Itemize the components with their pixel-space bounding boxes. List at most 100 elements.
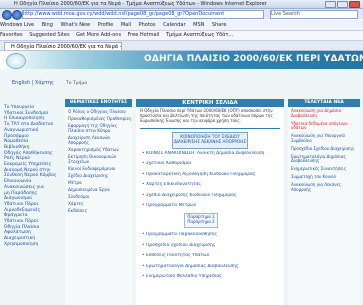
search-input[interactable]: Live Search [270,10,358,19]
main-item-label: Προσχέδιο Σχεδίου Διαχείρισης [146,242,216,248]
favorites-item[interactable]: Free Hotmail [128,32,160,38]
links-item[interactable]: Photos [139,22,156,28]
main-item[interactable]: • Σχετικοί Καθορισμοί [142,161,284,166]
theme-item[interactable]: Δημοσιευμένα Έργα [68,187,132,192]
maximize-button[interactable] [337,1,348,8]
left-nav-item[interactable]: Ροές Νερού [4,156,58,161]
main-item[interactable]: • Προκαταρκτική Αξιολόγηση Κινδύνου Πλημ… [142,172,284,177]
theme-item[interactable]: Εφαρμογή της Οδηγίας Πλαίσιο στην Κύπρο [68,123,132,133]
left-nav-item[interactable]: Φράγματα [4,213,58,218]
left-nav-item[interactable]: Χρησιμοποίηση [4,242,58,247]
main-item[interactable]: • Ενημερωτικό Φυλλάδιο Υπηρεσίας [142,274,284,279]
main-item[interactable]: • Προγράμματα Μέτρων [142,203,284,208]
theme-item[interactable]: Σύνδεσμοι [68,194,132,199]
links-item[interactable]: Windows Live [0,22,34,28]
favorites-item[interactable]: Τμήμα Αναπτύξεως Υδάτ... [166,32,233,38]
main-item[interactable]: • Εκθέσεις Ποιότητας Υδάτων [142,253,284,258]
left-nav-item[interactable]: Η Επικαιροποίηση [4,116,58,121]
main-item[interactable]: • Προγράμματα Παρακολούθησης [142,232,284,237]
news-item[interactable]: Ανακοίνωση για Λεκάνες Απορροής [291,182,357,193]
left-nav-item[interactable]: Διαχειριστική [4,236,58,241]
sub-link[interactable]: Παράρτημα 2 [185,219,217,224]
news-header: ΤΕΛΕΥΤΑΙΑ ΝΕΑ [288,99,360,107]
favorites-bar: Favorites Suggested Sites Get More Add-o… [0,31,363,41]
news-item[interactable]: Υδατικά δεδομένα υπόγειων υδάτων [291,121,357,132]
left-nav-item[interactable]: μη Παράδοσης [4,191,58,196]
left-nav-item[interactable]: Υδάτινοι Πόροι [4,202,58,207]
main-item-label: Ενημερωτικό Φυλλάδιο Υπηρεσίας [146,273,222,279]
left-nav-item[interactable]: Διαγωνισμοί [4,196,58,201]
theme-item[interactable]: Χαρακτηρισμός Υδάτων [68,147,132,152]
left-nav-list: Το Υπουργείο Υδατικοί Συνδεσμοί Η Επικαιρο… [4,105,58,248]
main-item[interactable]: • Ερωτηματολόγιο Δημόσιας Διαβούλευσης [142,264,284,269]
themes-list: Ο Ρόλος ο Οδηγίας Πλαίσιο Προκαθορισμένες… [65,107,132,213]
left-nav-item[interactable]: Το ΤΑΥ στο Διαδίκτυο [4,122,58,127]
theme-item[interactable]: Εκτίμηση Οικονομικών Στοιχείων [68,154,132,164]
left-nav-item[interactable]: Αφαλάτωση [4,230,58,235]
tab-active[interactable]: Η Οδηγία Πλαίσιο 2000/60/ΕΚ για τα Νερά … [4,42,122,50]
main-item-label: Σχέδιο Διαχείρισης Κινδύνων Πλημμύρας [146,192,237,198]
main-item[interactable]: • Χάρτες Επικινδυνότητας [142,182,284,187]
address-bar-row: http://www.wdd.moa.gov.cy/wdd/wdd.nsf/pa… [0,9,363,20]
main-item-label: Προκαταρκτική Αξιολόγηση Κινδύνου Πλημμύ… [146,171,256,177]
theme-item[interactable]: Προκαθορισμένες Προθεσμίες [68,116,132,121]
left-nav-item[interactable]: Σύνθεση Νερού Κόμβος [4,173,58,178]
news-item[interactable]: Ενημερωτικές Συναντήσεις [291,166,357,172]
featured-box[interactable]: ΚΟΙΝΟΠΟΙΗΣΗ ΤΟΥ ΣΧΕΔΙΟΥ ΔΙΑΧΕΙΡΙΣΗΣ ΛΕΚΑ… [172,132,248,149]
links-item[interactable]: MSN [193,22,204,28]
main-item[interactable]: • ΚΟΙΝΟΣ ΑΝΑΚΟΙΝΩΣΗ: Ανοικτή Δημόσια Δια… [142,151,284,156]
theme-item[interactable]: Κοινοί Ενδιαφερόμενοι [68,166,132,171]
breadcrumb[interactable]: Το Τμήμα [66,81,87,86]
left-nav-item[interactable]: Υδάτινοι Πόροι [4,219,58,224]
favorites-item[interactable]: Suggested Sites [29,32,69,38]
left-nav-item[interactable]: Ανακοινώσεις για [4,185,58,190]
main-header: ΚΕΝΤΡΙΚΗ ΣΕΛΙΔΑ [136,99,284,107]
left-nav-item[interactable]: Επικοινωνία [4,179,58,184]
main-item-label: ΚΟΙΝΟΣ ΑΝΑΚΟΙΝΩΣΗ: Ανοικτή Δημόσια Διαβο… [146,151,265,156]
main-item[interactable]: • Σχέδιο Διαχείρισης Κινδύνων Πλημμύρας [142,193,284,198]
minimize-button[interactable] [325,1,336,8]
favorites-item[interactable]: Favorites [0,32,23,38]
news-list: Ανακοίνωση για Δημόσια Διαβούλευση Υδατικ… [288,107,360,197]
theme-item[interactable]: Διαχείριση Λεκανών Απορροής [68,135,132,145]
theme-item[interactable]: Μέτρα [68,180,132,185]
banner-title: ΟΔΗΓΙΑ ΠΛΑΙΣΙΟ 2000/60/ΕΚ ΠΕΡΙ ΥΔΑΤΩΝ [144,54,363,64]
left-nav-item[interactable]: Αναγνωριστικό [4,128,58,133]
theme-item[interactable]: Εκδόσεις [68,208,132,213]
language-links[interactable]: English | Χάρτης [12,80,54,86]
links-item[interactable]: Bing [42,22,53,28]
divider [140,128,280,129]
address-field[interactable]: http://www.wdd.moa.gov.cy/wdd/wdd.nsf/pa… [22,10,264,19]
main-item-label: Προγράμματα Παρακολούθησης [146,232,218,238]
sub-links-box: Παράρτημα 1 Παράρτημα 2 [184,213,218,229]
main-item[interactable]: • Προσχέδιο Σχεδίου Διαχείρισης [142,243,284,248]
window-titlebar: Η Οδηγία Πλαίσιο 2000/60/ΕΚ για τα Νερά … [0,0,363,9]
links-item[interactable]: What's New [60,22,90,28]
news-item[interactable]: Ερωτηματολόγιο Δημόσιας Διαβούλευσης [291,154,357,165]
links-item[interactable]: Calendar [163,22,185,28]
main-item-label: Ερωτηματολόγιο Δημόσιας Διαβούλευσης [146,263,239,269]
left-nav-item[interactable]: Προσόρμιο [4,134,58,139]
back-icon[interactable] [2,10,12,20]
close-button[interactable] [349,1,360,8]
news-item[interactable]: Ανακοίνωση για Δημόσια Διαβούλευση [291,108,357,119]
news-item[interactable]: Ανακοίνωση για Υπουργικό Συμβούλιο [291,133,357,144]
news-item[interactable]: Συμμετοχή του Κοινού [291,174,357,180]
left-nav-item[interactable]: Βιβλιοθήκη [4,145,58,150]
main-item-label: Εκθέσεις Ποιότητας Υδάτων [146,253,210,259]
left-nav-item[interactable]: Εκκρεμείς Υπηρεσίες [4,162,58,167]
left-nav-item[interactable]: Το Υπουργείο [4,105,58,110]
links-item[interactable]: Share [212,22,226,28]
links-item[interactable]: Profile [98,22,114,28]
window-title: Η Οδηγία Πλαίσιο 2000/60/ΕΚ για τα Νερά … [14,1,267,7]
theme-item[interactable]: Σχέδιο Διαχείρισης [68,173,132,178]
favorites-item[interactable]: Get More Add-ons [76,32,121,38]
news-item[interactable]: Προσχέδιο Σχεδίου Διαχείρισης [291,146,357,152]
site-logo [6,53,26,69]
forward-icon[interactable] [12,10,22,20]
theme-item[interactable]: Ο Ρόλος ο Οδηγίας Πλαίσιο [68,109,132,114]
main-item-label: Σχετικοί Καθορισμοί [146,161,192,167]
left-nav-item[interactable]: Νομοθεσία [4,139,58,144]
theme-item[interactable]: Χάρτες [68,201,132,206]
links-item[interactable]: Mail [121,22,131,28]
